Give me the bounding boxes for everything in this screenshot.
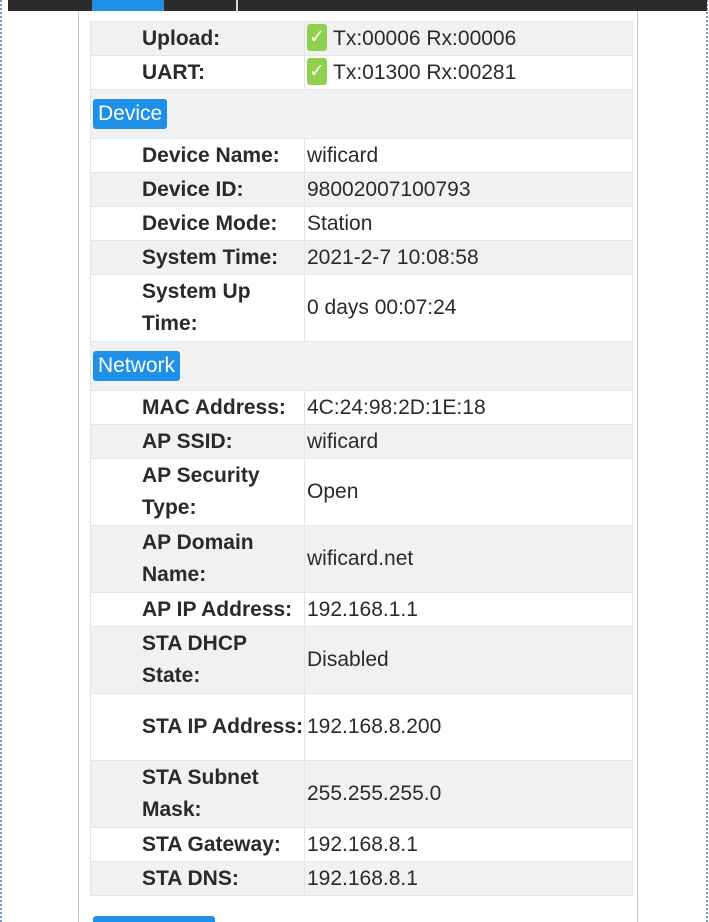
- row-value: 2021-2-7 10:08:58: [304, 240, 633, 275]
- table-row: AP Domain Name: wificard.net: [90, 525, 633, 593]
- table-row: STA Subnet Mask: 255.255.255.0: [90, 760, 633, 828]
- section-badge-device: Device: [93, 99, 168, 129]
- upload-counter: Tx:00006 Rx:00006: [333, 26, 517, 50]
- row-label: Device Mode:: [90, 206, 305, 241]
- row-label: STA Subnet Mask:: [90, 760, 305, 828]
- row-label: Device ID:: [90, 172, 305, 207]
- table-row: System Time: 2021-2-7 10:08:58: [90, 240, 633, 275]
- scroll-frame-right: [706, 0, 708, 922]
- section-header-network: Network: [90, 341, 633, 391]
- table-row: Device Mode: Station: [90, 206, 633, 241]
- status-table: Upload: ✓ Tx:00006 Rx:00006 UART: ✓ Tx:013…: [90, 21, 633, 896]
- row-label: Upload:: [90, 21, 305, 56]
- row-value: 192.168.8.200: [304, 693, 633, 761]
- uart-counter: Tx:01300 Rx:00281: [333, 60, 517, 84]
- check-icon: ✓: [307, 23, 327, 51]
- table-row: UART: ✓ Tx:01300 Rx:00281: [90, 55, 633, 90]
- row-value: Open: [304, 458, 633, 526]
- row-label: AP SSID:: [90, 424, 305, 459]
- row-value: wificard: [304, 138, 633, 173]
- table-row: STA IP Address: 192.168.8.200: [90, 693, 633, 761]
- row-value: ✓ Tx:00006 Rx:00006: [304, 21, 633, 56]
- table-row: Device ID: 98002007100793: [90, 172, 633, 207]
- row-value: Station: [304, 206, 633, 241]
- next-section-badge: [93, 916, 215, 922]
- status-card: Upload: ✓ Tx:00006 Rx:00006 UART: ✓ Tx:013…: [78, 11, 638, 922]
- row-value: 192.168.8.1: [304, 827, 633, 862]
- table-row: STA DHCP State: Disabled: [90, 626, 633, 694]
- row-label: AP IP Address:: [90, 592, 305, 627]
- row-value: 192.168.8.1: [304, 861, 633, 896]
- device-status-page: Upload: ✓ Tx:00006 Rx:00006 UART: ✓ Tx:013…: [0, 0, 709, 922]
- row-label: STA Gateway:: [90, 827, 305, 862]
- row-label: AP Security Type:: [90, 458, 305, 526]
- section-badge-network: Network: [93, 351, 181, 381]
- table-row: AP SSID: wificard: [90, 424, 633, 459]
- row-value: wificard.net: [304, 525, 633, 593]
- table-row: System Up Time: 0 days 00:07:24: [90, 274, 633, 342]
- row-label: System Time:: [90, 240, 305, 275]
- row-label: AP Domain Name:: [90, 525, 305, 593]
- row-label: System Up Time:: [90, 274, 305, 342]
- table-row: STA DNS: 192.168.8.1: [90, 861, 633, 896]
- check-icon: ✓: [307, 57, 327, 85]
- row-label: UART:: [90, 55, 305, 90]
- scroll-frame-left: [0, 0, 2, 922]
- section-header-device: Device: [90, 89, 633, 139]
- table-row: STA Gateway: 192.168.8.1: [90, 827, 633, 862]
- row-label: MAC Address:: [90, 390, 305, 425]
- row-label: STA DHCP State:: [90, 626, 305, 694]
- row-value: Disabled: [304, 626, 633, 694]
- table-row: AP IP Address: 192.168.1.1: [90, 592, 633, 627]
- table-row: MAC Address: 4C:24:98:2D:1E:18: [90, 390, 633, 425]
- row-label: STA DNS:: [90, 861, 305, 896]
- row-value: wificard: [304, 424, 633, 459]
- row-value: 255.255.255.0: [304, 760, 633, 828]
- row-value: ✓ Tx:01300 Rx:00281: [304, 55, 633, 90]
- row-value: 98002007100793: [304, 172, 633, 207]
- nav-divider: [236, 0, 238, 11]
- table-row: Upload: ✓ Tx:00006 Rx:00006: [90, 21, 633, 56]
- table-row: Device Name: wificard: [90, 138, 633, 173]
- row-value: 192.168.1.1: [304, 592, 633, 627]
- row-value: 4C:24:98:2D:1E:18: [304, 390, 633, 425]
- row-label: STA IP Address:: [90, 693, 305, 761]
- row-label: Device Name:: [90, 138, 305, 173]
- table-row: AP Security Type: Open: [90, 458, 633, 526]
- row-value: 0 days 00:07:24: [304, 274, 633, 342]
